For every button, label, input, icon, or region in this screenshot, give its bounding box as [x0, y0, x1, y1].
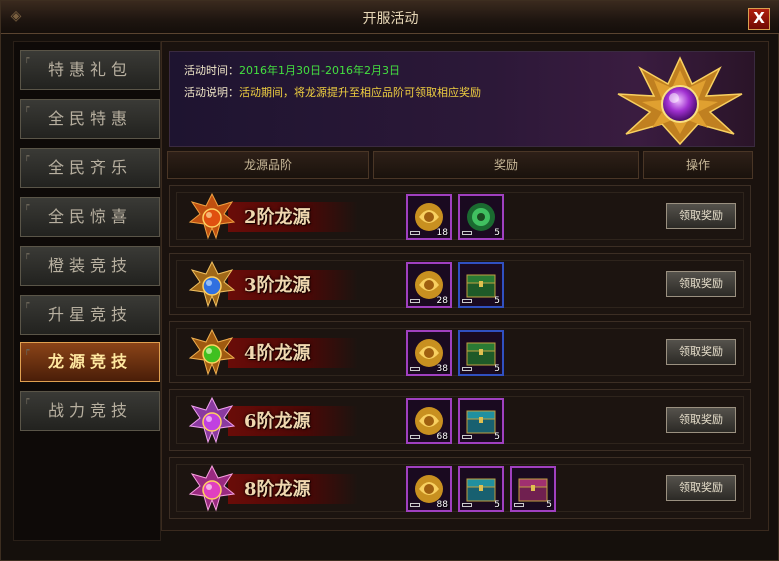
table-row: 6阶龙源 68 5 领取奖励 [169, 389, 751, 451]
sidebar-item-label: 全民齐乐 [47, 158, 132, 177]
sidebar-item-all-surprise[interactable]: ┍ 全民惊喜 [20, 197, 160, 237]
sidebar-item-dragon-source[interactable]: ┍ 龙源竞技 [20, 342, 160, 382]
sidebar-item-label: 战力竞技 [47, 401, 132, 420]
claim-reward-button[interactable]: 领取奖励 [666, 339, 736, 365]
bind-tag-icon [410, 367, 420, 371]
title-bar: ◈ 开服活动 X [1, 1, 779, 34]
stage-label: 8阶龙源 [244, 479, 311, 500]
column-header-tier: 龙源品阶 [167, 151, 369, 179]
activity-desc-label: 活动说明： [184, 86, 239, 99]
claim-reward-button[interactable]: 领取奖励 [666, 475, 736, 501]
bind-tag-icon [462, 435, 472, 439]
reward-count: 38 [436, 364, 448, 374]
reward-count: 5 [494, 500, 500, 510]
sidebar-item-label: 全民特惠 [47, 109, 132, 128]
reward-count: 88 [436, 500, 448, 510]
bind-tag-icon [410, 231, 420, 235]
activity-time-value: 2016年1月30日-2016年2月3日 [239, 64, 400, 77]
sidebar-item-label: 特惠礼包 [47, 60, 132, 79]
bind-tag-icon [410, 435, 420, 439]
reward-count: 28 [436, 296, 448, 306]
dragon-source-stage6-icon [188, 396, 236, 444]
dragon-source-stage3-icon [188, 260, 236, 308]
reward-count: 18 [436, 228, 448, 238]
reward-count: 5 [494, 364, 500, 374]
column-header-action: 操作 [643, 151, 753, 179]
sidebar: ┍ 特惠礼包 ┍ 全民特惠 ┍ 全民齐乐 ┍ 全民惊喜 ┍ 橙装竞技 ┍ 升星竞技 ┍ 龙源竞… [13, 41, 161, 541]
stage-label: 6阶龙源 [244, 411, 311, 432]
window-title: 开服活动 [362, 11, 419, 27]
sidebar-item-star-upgrade[interactable]: ┍ 升星竞技 [20, 295, 160, 335]
bind-tag-icon [462, 367, 472, 371]
reward-slot[interactable]: 18 [406, 194, 452, 240]
close-button[interactable]: X [748, 8, 770, 30]
reward-slot[interactable]: 5 [458, 398, 504, 444]
table-row: 3阶龙源 28 5 领取奖励 [169, 253, 751, 315]
sidebar-item-label: 龙源竞技 [47, 352, 132, 371]
reward-count: 5 [494, 296, 500, 306]
reward-slot[interactable]: 38 [406, 330, 452, 376]
sidebar-item-orange-gear[interactable]: ┍ 橙装竞技 [20, 246, 160, 286]
bind-tag-icon [462, 503, 472, 507]
reward-slot[interactable]: 5 [510, 466, 556, 512]
sidebar-item-label: 升星竞技 [47, 305, 132, 324]
stage-label: 2阶龙源 [244, 207, 311, 228]
dragon-emblem-icon [617, 56, 743, 146]
bind-tag-icon [410, 503, 420, 507]
reward-slot[interactable]: 5 [458, 262, 504, 308]
sidebar-item-all-joy[interactable]: ┍ 全民齐乐 [20, 148, 160, 188]
bracket-icon: ┍ [24, 250, 30, 260]
sidebar-item-all-special[interactable]: ┍ 全民特惠 [20, 99, 160, 139]
reward-slot[interactable]: 5 [458, 466, 504, 512]
bind-tag-icon [410, 299, 420, 303]
reward-count: 5 [494, 228, 500, 238]
table-row: 4阶龙源 38 5 领取奖励 [169, 321, 751, 383]
bind-tag-icon [462, 231, 472, 235]
sidebar-item-special-gift[interactable]: ┍ 特惠礼包 [20, 50, 160, 90]
reward-slot[interactable]: 5 [458, 194, 504, 240]
reward-slot[interactable]: 5 [458, 330, 504, 376]
dragon-source-stage4-icon [188, 328, 236, 376]
dragon-source-stage8-icon [188, 464, 236, 512]
activity-desc-line: 活动说明：活动期间，将龙源提升至相应品阶可领取相应奖励 [184, 84, 481, 100]
bracket-icon: ┍ [24, 299, 30, 309]
bracket-icon: ┍ [24, 54, 30, 64]
bracket-icon: ┍ [24, 152, 30, 162]
reward-slot[interactable]: 68 [406, 398, 452, 444]
sidebar-item-label: 橙装竞技 [47, 256, 132, 275]
claim-reward-button[interactable]: 领取奖励 [666, 407, 736, 433]
bracket-icon: ┍ [24, 201, 30, 211]
reward-slot[interactable]: 88 [406, 466, 452, 512]
bind-tag-icon [514, 503, 524, 507]
activity-desc-value: 活动期间，将龙源提升至相应品阶可领取相应奖励 [239, 86, 481, 99]
bracket-icon: ┍ [24, 395, 30, 405]
stage-label: 4阶龙源 [244, 343, 311, 364]
activity-window: ◈ 开服活动 X ┍ 特惠礼包 ┍ 全民特惠 ┍ 全民齐乐 ┍ 全民惊喜 ┍ 橙装竞技 ┍… [0, 0, 779, 561]
claim-reward-button[interactable]: 领取奖励 [666, 271, 736, 297]
bind-tag-icon [462, 299, 472, 303]
claim-reward-button[interactable]: 领取奖励 [666, 203, 736, 229]
sidebar-item-combat-power[interactable]: ┍ 战力竞技 [20, 391, 160, 431]
table-row: 8阶龙源 88 5 5 领取奖励 [169, 457, 751, 519]
bracket-icon: ┍ [24, 346, 30, 356]
reward-count: 68 [436, 432, 448, 442]
table-row: 2阶龙源 18 5 领取奖励 [169, 185, 751, 247]
stage-label: 3阶龙源 [244, 275, 311, 296]
dragon-source-stage2-icon [188, 192, 236, 240]
sidebar-item-label: 全民惊喜 [47, 207, 132, 226]
activity-time-label: 活动时间： [184, 64, 239, 77]
reward-slot[interactable]: 28 [406, 262, 452, 308]
reward-count: 5 [494, 432, 500, 442]
column-header-reward: 奖励 [373, 151, 639, 179]
activity-time-line: 活动时间：2016年1月30日-2016年2月3日 [184, 62, 400, 78]
activity-banner: 活动时间：2016年1月30日-2016年2月3日 活动说明：活动期间，将龙源提… [169, 51, 755, 147]
reward-count: 5 [546, 500, 552, 510]
bracket-icon: ┍ [24, 103, 30, 113]
